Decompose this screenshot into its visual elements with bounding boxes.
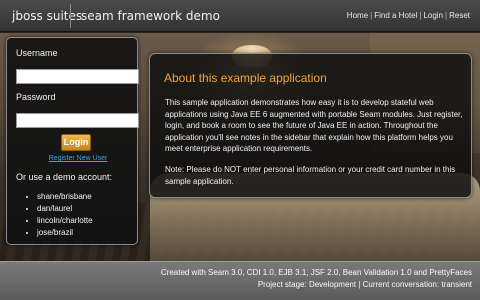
demo-account-list: shane/brisbane dan/laurel lincoln/charlo… (29, 191, 93, 239)
demo-account-item: dan/laurel (37, 203, 93, 215)
register-new-user-link[interactable]: Register New User (44, 155, 112, 162)
demo-account-item: shane/brisbane (37, 191, 93, 203)
login-panel: Username Password Login Register New Use… (6, 37, 139, 245)
nav-separator: | (370, 11, 373, 20)
nav-separator: | (419, 11, 422, 20)
footer-credits: Created with Seam 3.0, CDI 1.0, EJB 3.1,… (160, 268, 472, 277)
username-label: Username (16, 48, 58, 58)
username-input[interactable] (16, 69, 139, 84)
demo-account-heading: Or use a demo account: (16, 172, 113, 182)
nav-reset-link[interactable]: Reset (449, 11, 470, 20)
privacy-note: Note: Please do NOT enter personal infor… (165, 165, 456, 186)
login-button[interactable]: Login (61, 134, 91, 151)
demo-account-item: jose/brazil (37, 227, 93, 239)
top-nav: Home | Find a Hotel | Login | Reset (347, 11, 470, 20)
about-title: About this example application (164, 71, 327, 85)
nav-login-link[interactable]: Login (423, 11, 443, 20)
brand-divider (70, 4, 71, 28)
nav-home-link[interactable]: Home (347, 11, 368, 20)
about-panel: About this example application This samp… (149, 53, 472, 198)
password-input[interactable] (16, 113, 139, 128)
about-description: This sample application demonstrates how… (165, 98, 463, 153)
password-label: Password (16, 92, 56, 102)
footer-project-stage: Project stage: Development | Current con… (257, 280, 472, 289)
site-subtitle: seam framework demo (81, 9, 220, 23)
nav-find-hotel-link[interactable]: Find a Hotel (374, 11, 417, 20)
site-header: jboss suites seam framework demo Home | Fi… (0, 0, 480, 32)
site-footer: Created with Seam 3.0, CDI 1.0, EJB 3.1,… (0, 261, 480, 300)
nav-separator: | (445, 11, 448, 20)
demo-account-item: lincoln/charlotte (37, 215, 93, 227)
brand-logo[interactable]: jboss suites (12, 9, 82, 23)
